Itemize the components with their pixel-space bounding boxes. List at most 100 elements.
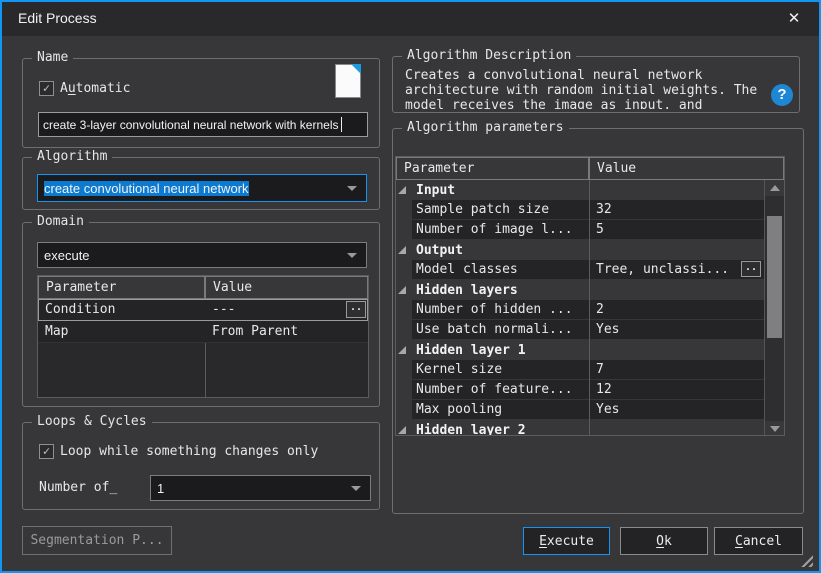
parameter-value[interactable]: Tree, unclassi... (589, 262, 764, 277)
parameter-group-row[interactable]: Output (396, 240, 764, 260)
algorithm-description-group: Algorithm Description Creates a convolut… (392, 56, 800, 113)
chevron-down-icon[interactable] (347, 253, 357, 258)
vertical-scrollbar[interactable] (764, 180, 784, 436)
parameter-value[interactable]: 5 (589, 222, 764, 237)
parameter-label: Number of feature... (396, 382, 589, 397)
new-document-icon[interactable] (335, 64, 361, 98)
parameters-table-body: InputSample patch size32Number of image … (396, 180, 784, 436)
process-name-input[interactable]: create 3-layer convolutional neural netw… (38, 112, 368, 137)
expander-icon[interactable] (398, 346, 406, 354)
help-icon[interactable]: ? (771, 84, 793, 106)
parameters-rows: InputSample patch size32Number of image … (396, 180, 764, 436)
domain-table-body: Condition---..MapFrom Parent (38, 299, 368, 398)
parameter-item-row[interactable]: Kernel size7 (396, 360, 764, 380)
text-caret (341, 117, 342, 132)
parameter-label: Max pooling (396, 402, 589, 417)
parameter-group-row[interactable]: Hidden layer 2 (396, 420, 764, 436)
parameter-label: Input (396, 183, 589, 198)
parameter-label: Kernel size (396, 362, 589, 377)
loop-checkbox[interactable]: ✓ (39, 444, 54, 459)
algorithm-group: Algorithm create convolutional neural ne… (22, 157, 380, 210)
domain-row-parameter: Condition (38, 302, 205, 317)
parameter-item-row[interactable]: Use batch normali...Yes (396, 320, 764, 340)
domain-table-row[interactable]: MapFrom Parent (38, 321, 368, 343)
triangle-up-icon (770, 185, 780, 191)
parameter-value[interactable]: 12 (589, 382, 764, 397)
expander-icon[interactable] (398, 186, 406, 194)
domain-group: Domain execute Parameter Value Condition… (22, 222, 380, 407)
parameter-value[interactable]: 32 (589, 202, 764, 217)
algorithm-combobox[interactable]: create convolutional neural network (37, 174, 367, 202)
domain-table-row[interactable]: Condition---.. (38, 299, 368, 321)
close-icon[interactable]: ✕ (783, 8, 805, 30)
parameter-item-row[interactable]: Sample patch size32 (396, 200, 764, 220)
algorithm-parameters-table: Parameter Value Input Sample patch size32… (395, 156, 785, 436)
parameters-header-value: Value (589, 157, 784, 180)
parameter-value[interactable]: Yes (589, 322, 764, 337)
cancel-button[interactable]: Cancel (714, 527, 803, 555)
parameter-label: Model classes (396, 262, 589, 277)
loop-checkbox-row: ✓ Loop while something changes only (39, 444, 318, 459)
parameter-item-row[interactable]: Number of hidden ...2 (396, 300, 764, 320)
domain-header-parameter: Parameter (38, 276, 205, 299)
chevron-down-icon[interactable] (347, 186, 357, 191)
ellipsis-button[interactable]: .. (346, 301, 366, 318)
parameters-header-parameter: Parameter (396, 157, 589, 180)
automatic-checkbox-label: Automatic (60, 81, 130, 96)
scrollbar-thumb[interactable] (767, 216, 782, 338)
domain-row-parameter: Map (38, 324, 205, 339)
ellipsis-button[interactable]: .. (741, 261, 761, 277)
description-group-label: Algorithm Description (402, 48, 576, 63)
parameter-item-row[interactable]: Number of feature...12 (396, 380, 764, 400)
parameter-group-row[interactable]: Hidden layers (396, 280, 764, 300)
title-bar[interactable]: Edit Process ✕ (2, 2, 819, 36)
domain-row-value[interactable]: From Parent (205, 324, 368, 339)
algorithm-description-text: Creates a convolutional neural network a… (405, 68, 761, 109)
parameter-item-row[interactable]: Number of image l...5 (396, 220, 764, 240)
algorithm-combobox-value: create convolutional neural network (44, 181, 249, 196)
expander-icon[interactable] (398, 286, 406, 294)
parameter-value[interactable]: 2 (589, 302, 764, 317)
process-name-value: create 3-layer convolutional neural netw… (43, 118, 338, 132)
parameter-group-row[interactable]: Hidden layer 1 (396, 340, 764, 360)
parameter-label: Hidden layer 1 (396, 343, 589, 358)
loops-group-label: Loops & Cycles (32, 414, 152, 429)
parameter-value[interactable]: 7 (589, 362, 764, 377)
expander-icon[interactable] (398, 426, 406, 434)
parameter-group-row[interactable]: Input (396, 180, 764, 200)
edit-process-dialog: Edit Process ✕ Name ✓ Automatic create 3… (0, 0, 821, 573)
parameter-label: Hidden layers (396, 283, 589, 298)
loops-cycles-group: Loops & Cycles ✓ Loop while something ch… (22, 422, 380, 510)
automatic-checkbox[interactable]: ✓ (39, 81, 54, 96)
scroll-down-button[interactable] (765, 421, 784, 436)
scroll-up-button[interactable] (765, 180, 784, 196)
domain-header-value: Value (205, 276, 368, 299)
domain-row-value[interactable]: --- (205, 302, 368, 317)
parameter-value[interactable]: Yes (589, 402, 764, 417)
dialog-title: Edit Process (18, 10, 97, 26)
segmentation-button[interactable]: Segmentation P... (22, 526, 172, 555)
number-of-label: Number of_ (39, 480, 117, 495)
number-of-combobox-value: 1 (157, 481, 164, 496)
execute-button[interactable]: Execute (523, 527, 610, 555)
domain-combobox-value: execute (44, 248, 90, 263)
name-group: Name ✓ Automatic create 3-layer convolut… (22, 58, 380, 148)
parameter-label: Use batch normali... (396, 322, 589, 337)
number-of-combobox[interactable]: 1 (150, 475, 371, 501)
chevron-down-icon[interactable] (351, 486, 361, 491)
triangle-down-icon (770, 426, 780, 432)
parameter-label: Number of hidden ... (396, 302, 589, 317)
expander-icon[interactable] (398, 246, 406, 254)
parameter-item-row[interactable]: Model classesTree, unclassi..... (396, 260, 764, 280)
algorithm-parameters-group: Algorithm parameters Parameter Value Inp… (392, 128, 804, 514)
name-group-label: Name (32, 50, 73, 65)
domain-combobox[interactable]: execute (37, 242, 367, 268)
parameter-label: Output (396, 243, 589, 258)
parameter-item-row[interactable]: Max poolingYes (396, 400, 764, 420)
ok-button[interactable]: Ok (620, 527, 708, 555)
document-fold-icon (351, 64, 361, 74)
parameter-label: Sample patch size (396, 202, 589, 217)
loop-checkbox-label: Loop while something changes only (60, 444, 318, 459)
parameters-table-header: Parameter Value (396, 157, 784, 180)
domain-table-header: Parameter Value (38, 276, 368, 299)
